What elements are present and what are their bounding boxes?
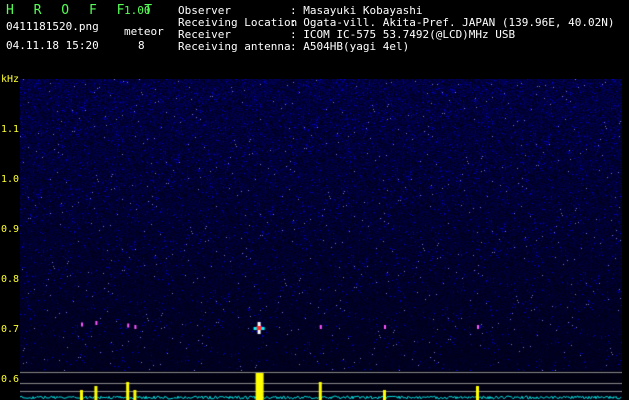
y-tick-label: 0.6 [1,374,20,385]
app-version: 1.00 [124,4,151,17]
y-tick-label: 0.9 [1,224,20,235]
y-tick-label: 0.8 [1,274,20,285]
y-tick-label: 1.0 [1,174,20,185]
antenna-value: : A504HB(yagi 4el) [290,40,410,53]
y-tick-label: 0.7 [1,324,20,335]
file-name: 0411181520.png [6,20,99,33]
y-tick-label: 1.1 [1,124,20,135]
antenna-label: Receiving antenna [178,40,291,53]
amplitude-trace-canvas [20,371,622,400]
meteor-count: 8 [138,39,145,52]
spectrogram-canvas [20,79,622,371]
file-datetime: 04.11.18 15:20 [6,39,99,52]
y-unit-label: kHz [1,74,20,85]
meteor-label: meteor [124,25,164,38]
